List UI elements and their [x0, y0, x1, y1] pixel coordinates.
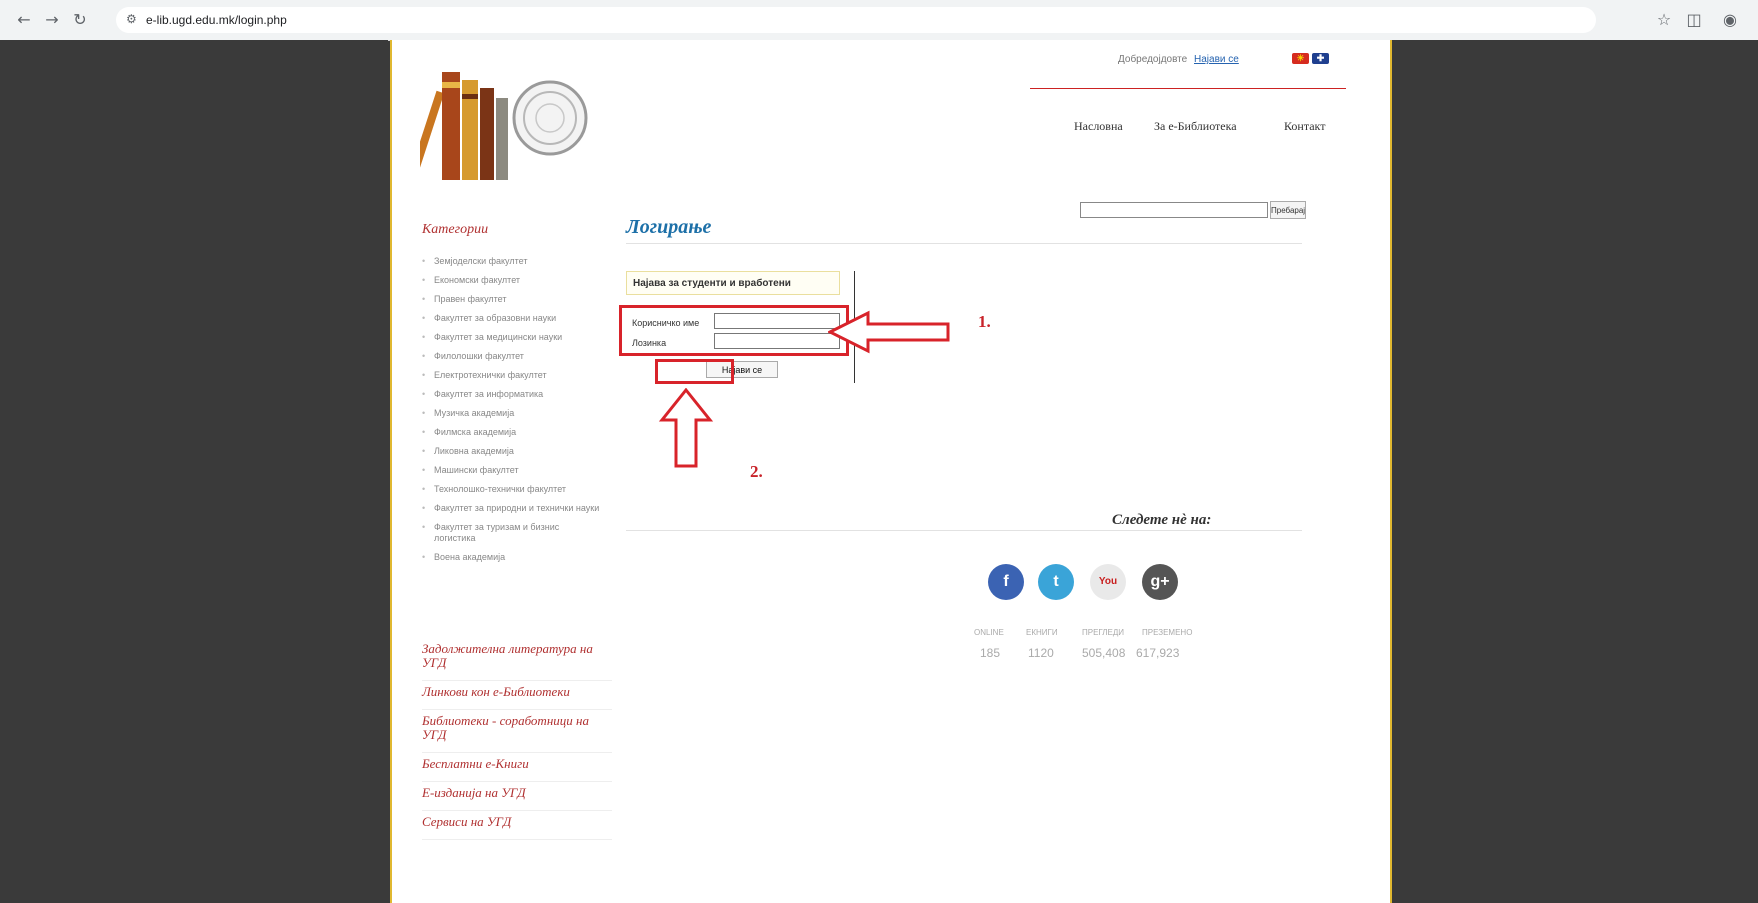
category-item[interactable]: • Електротехнички факултет [422, 366, 602, 385]
header-login-link[interactable]: Најави се [1194, 54, 1239, 65]
google-plus-icon[interactable]: g+ [1142, 564, 1178, 600]
bullet-icon: • [422, 351, 426, 361]
stat-label-downloads: ПРЕЗЕМЕНО [1142, 628, 1193, 637]
page-container: Добредојдовте Најави се ☀ ✚ Насловна За е… [390, 40, 1392, 903]
right-background [1390, 40, 1758, 903]
bullet-icon: • [422, 446, 426, 456]
star-icon[interactable]: ☆ [1654, 10, 1674, 30]
sidebar-link[interactable]: Бесплатни е-Книги [422, 753, 612, 782]
stat-label-online: ONLINE [974, 628, 1004, 637]
annotation-step-2: 2. [750, 462, 763, 481]
category-item[interactable]: • Технолошко-технички факултет [422, 480, 602, 499]
nav-contact[interactable]: Контакт [1284, 119, 1325, 134]
bullet-icon: • [422, 275, 426, 285]
annotation-box-button [655, 359, 734, 384]
bullet-icon: • [422, 332, 426, 342]
address-bar[interactable]: ⚙ e-lib.ugd.edu.mk/login.php [116, 7, 1596, 33]
stat-value-ebooks: 1120 [1028, 646, 1054, 660]
login-box-title: Најава за студенти и вработени [626, 271, 840, 295]
welcome-label: Добредојдовте [1118, 54, 1188, 65]
back-icon[interactable]: ← [14, 10, 34, 30]
forward-icon[interactable]: → [42, 10, 62, 30]
library-logo [420, 72, 588, 180]
sidebar-link[interactable]: Сервиси на УГД [422, 811, 612, 840]
category-list: • Земјоделски факултет • Економски факулте… [422, 252, 602, 567]
category-item[interactable]: • Факултет за образовни науки [422, 309, 602, 328]
title-divider [626, 243, 1302, 244]
category-item[interactable]: • Факултет за природни и технички науки [422, 499, 602, 518]
page-title: Логирање [626, 216, 712, 238]
stat-label-views: ПРЕГЛЕДИ [1082, 628, 1125, 637]
sidebar-link[interactable]: Задолжителна литература на УГД [422, 638, 612, 681]
macedonian-flag-icon[interactable]: ☀ [1292, 53, 1309, 64]
category-item[interactable]: • Факултет за медицински науки [422, 328, 602, 347]
reload-icon[interactable]: ↻ [70, 10, 90, 30]
bullet-icon: • [422, 370, 426, 380]
stat-value-online: 185 [980, 646, 1001, 660]
left-background [0, 40, 388, 903]
nav-about[interactable]: За е-Библиотека [1154, 119, 1237, 134]
annotation-box-credentials [619, 305, 849, 356]
stat-label-ebooks: ЕКНИГИ [1026, 628, 1058, 637]
stat-value-views: 505,408 [1082, 646, 1126, 660]
category-item[interactable]: • Факултет за туризам и бизнис логистика [422, 518, 602, 548]
category-item[interactable]: • Ликовна академија [422, 442, 602, 461]
stat-value-downloads: 617,923 [1136, 646, 1180, 660]
site-settings-icon[interactable]: ⚙ [126, 12, 137, 26]
sidebar-link[interactable]: Библиотеки - соработници на УГД [422, 710, 612, 753]
category-item[interactable]: • Филмска академија [422, 423, 602, 442]
welcome-text: Добредојдовте Најави се [1118, 54, 1239, 65]
bullet-icon: • [422, 484, 426, 494]
sidebar-link[interactable]: Е-изданија на УГД [422, 782, 612, 811]
arrow-up-icon [658, 388, 714, 468]
follow-divider [626, 530, 1302, 531]
bullet-icon: • [422, 503, 426, 513]
category-item[interactable]: • Музичка академија [422, 404, 602, 423]
bullet-icon: • [422, 313, 426, 323]
bullet-icon: • [422, 552, 426, 562]
language-switcher: ☀ ✚ [1292, 50, 1329, 64]
url-text: e-lib.ugd.edu.mk/login.php [146, 13, 287, 27]
category-item[interactable]: • Факултет за информатика [422, 385, 602, 404]
twitter-icon[interactable]: t [1038, 564, 1074, 600]
search-input[interactable] [1080, 202, 1268, 218]
bullet-icon: • [422, 427, 426, 437]
annotation-step-1: 1. [978, 312, 991, 331]
browser-toolbar: ← → ↻ ⚙ e-lib.ugd.edu.mk/login.php ☆ ◫ ◉ [0, 0, 1758, 41]
category-item[interactable]: • Земјоделски факултет [422, 252, 602, 271]
sidebar-links: Задолжителна литература на УГД Линкови к… [422, 638, 612, 840]
bullet-icon: • [422, 294, 426, 304]
category-item[interactable]: • Воена академија [422, 548, 602, 567]
categories-title: Категории [422, 222, 489, 237]
uk-flag-icon[interactable]: ✚ [1312, 53, 1329, 64]
follow-us-title: Следете нè на: [1112, 512, 1212, 528]
sidebar-link[interactable]: Линкови кон е-Библиотеки [422, 681, 612, 710]
bullet-icon: • [422, 522, 426, 532]
category-item[interactable]: • Машински факултет [422, 461, 602, 480]
nav-home[interactable]: Насловна [1074, 119, 1123, 134]
profile-icon[interactable]: ◉ [1720, 10, 1740, 30]
category-item[interactable]: • Економски факултет [422, 271, 602, 290]
header-divider [1030, 88, 1346, 89]
category-item[interactable]: • Правен факултет [422, 290, 602, 309]
bullet-icon: • [422, 408, 426, 418]
search-button[interactable]: Пребарај [1270, 201, 1306, 219]
bullet-icon: • [422, 389, 426, 399]
bullet-icon: • [422, 256, 426, 266]
bullet-icon: • [422, 465, 426, 475]
category-item[interactable]: • Филолошки факултет [422, 347, 602, 366]
youtube-icon[interactable]: You [1090, 564, 1126, 600]
extensions-icon[interactable]: ◫ [1684, 10, 1704, 30]
facebook-icon[interactable]: f [988, 564, 1024, 600]
arrow-left-icon [828, 310, 950, 354]
